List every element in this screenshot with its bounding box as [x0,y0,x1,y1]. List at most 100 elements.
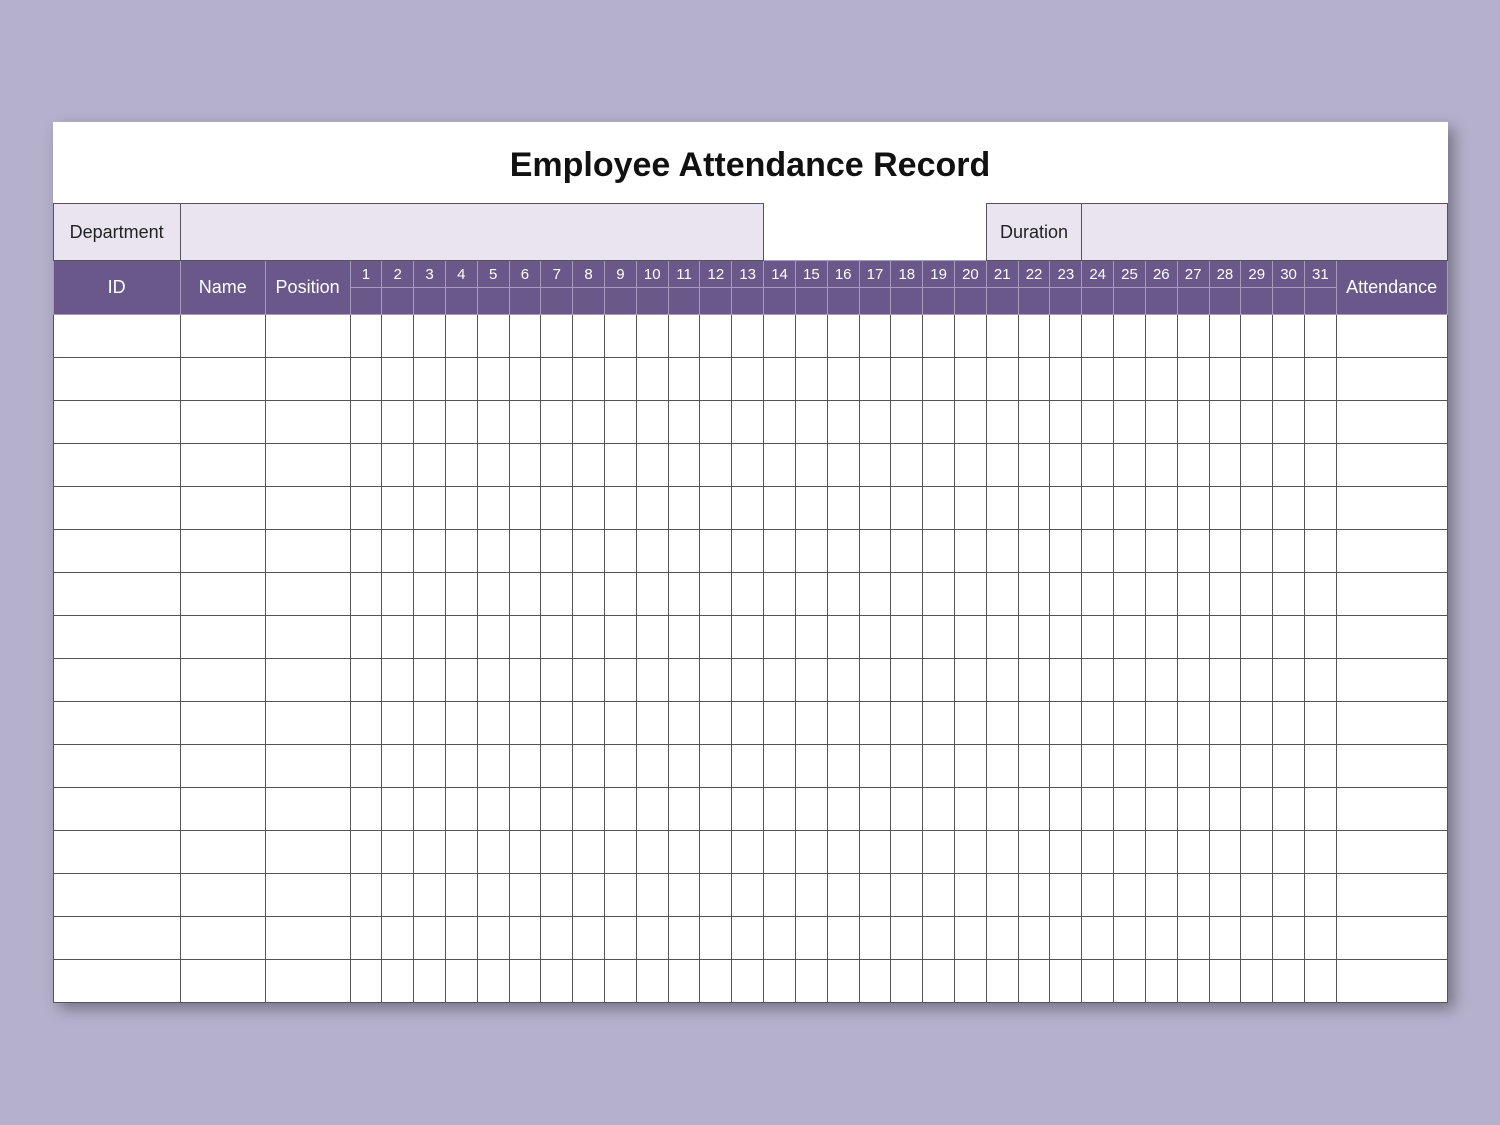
cell[interactable] [732,702,764,745]
cell[interactable] [1336,874,1447,917]
cell[interactable] [827,745,859,788]
cell[interactable] [700,530,732,573]
cell[interactable] [445,831,477,874]
cell[interactable] [955,315,987,358]
cell[interactable] [53,358,180,401]
cell[interactable] [859,831,891,874]
cell[interactable] [509,573,541,616]
cell[interactable] [1145,530,1177,573]
cell[interactable] [764,874,796,917]
cell[interactable] [53,315,180,358]
cell[interactable] [265,874,350,917]
cell[interactable] [859,444,891,487]
cell[interactable] [1209,960,1241,1003]
cell[interactable] [350,487,382,530]
cell[interactable] [53,659,180,702]
cell[interactable] [477,788,509,831]
cell[interactable] [180,745,265,788]
cell[interactable] [1018,401,1050,444]
cell[interactable] [573,745,605,788]
cell[interactable] [668,530,700,573]
cell[interactable] [1273,444,1305,487]
cell[interactable] [1336,401,1447,444]
cell[interactable] [636,831,668,874]
cell[interactable] [477,960,509,1003]
cell[interactable] [955,358,987,401]
cell[interactable] [541,874,573,917]
cell[interactable] [180,917,265,960]
cell[interactable] [1209,745,1241,788]
cell[interactable] [414,659,446,702]
cell[interactable] [1145,831,1177,874]
cell[interactable] [445,702,477,745]
cell[interactable] [573,487,605,530]
cell[interactable] [1145,401,1177,444]
cell[interactable] [732,487,764,530]
cell[interactable] [350,788,382,831]
cell[interactable] [1177,444,1209,487]
cell[interactable] [445,745,477,788]
cell[interactable] [1050,616,1082,659]
cell[interactable] [1209,788,1241,831]
cell[interactable] [1209,401,1241,444]
cell[interactable] [827,702,859,745]
cell[interactable] [53,788,180,831]
cell[interactable] [764,530,796,573]
cell[interactable] [541,659,573,702]
cell[interactable] [445,530,477,573]
cell[interactable] [891,444,923,487]
cell[interactable] [955,874,987,917]
cell[interactable] [414,315,446,358]
cell[interactable] [265,745,350,788]
cell[interactable] [859,487,891,530]
cell[interactable] [1209,874,1241,917]
cell[interactable] [541,444,573,487]
cell[interactable] [827,788,859,831]
cell[interactable] [1304,659,1336,702]
cell[interactable] [1177,874,1209,917]
cell[interactable] [350,874,382,917]
cell[interactable] [700,831,732,874]
cell[interactable] [955,573,987,616]
cell[interactable] [541,315,573,358]
cell[interactable] [605,444,637,487]
cell[interactable] [1082,917,1114,960]
cell[interactable] [605,530,637,573]
cell[interactable] [382,659,414,702]
cell[interactable] [1082,960,1114,1003]
cell[interactable] [764,659,796,702]
cell[interactable] [605,960,637,1003]
cell[interactable] [859,358,891,401]
cell[interactable] [764,573,796,616]
cell[interactable] [827,573,859,616]
cell[interactable] [891,358,923,401]
cell[interactable] [1082,530,1114,573]
cell[interactable] [955,788,987,831]
cell[interactable] [445,917,477,960]
cell[interactable] [573,315,605,358]
cell[interactable] [509,659,541,702]
cell[interactable] [1050,788,1082,831]
cell[interactable] [1241,659,1273,702]
cell[interactable] [1145,573,1177,616]
cell[interactable] [764,358,796,401]
cell[interactable] [1082,444,1114,487]
cell[interactable] [986,487,1018,530]
cell[interactable] [986,702,1018,745]
cell[interactable] [923,702,955,745]
cell[interactable] [986,401,1018,444]
cell[interactable] [795,831,827,874]
cell[interactable] [1050,831,1082,874]
cell[interactable] [541,358,573,401]
cell[interactable] [1336,530,1447,573]
cell[interactable] [668,487,700,530]
cell[interactable] [732,745,764,788]
cell[interactable] [700,659,732,702]
cell[interactable] [180,659,265,702]
cell[interactable] [986,444,1018,487]
cell[interactable] [541,788,573,831]
cell[interactable] [1209,831,1241,874]
cell[interactable] [1241,917,1273,960]
cell[interactable] [891,616,923,659]
cell[interactable] [445,401,477,444]
